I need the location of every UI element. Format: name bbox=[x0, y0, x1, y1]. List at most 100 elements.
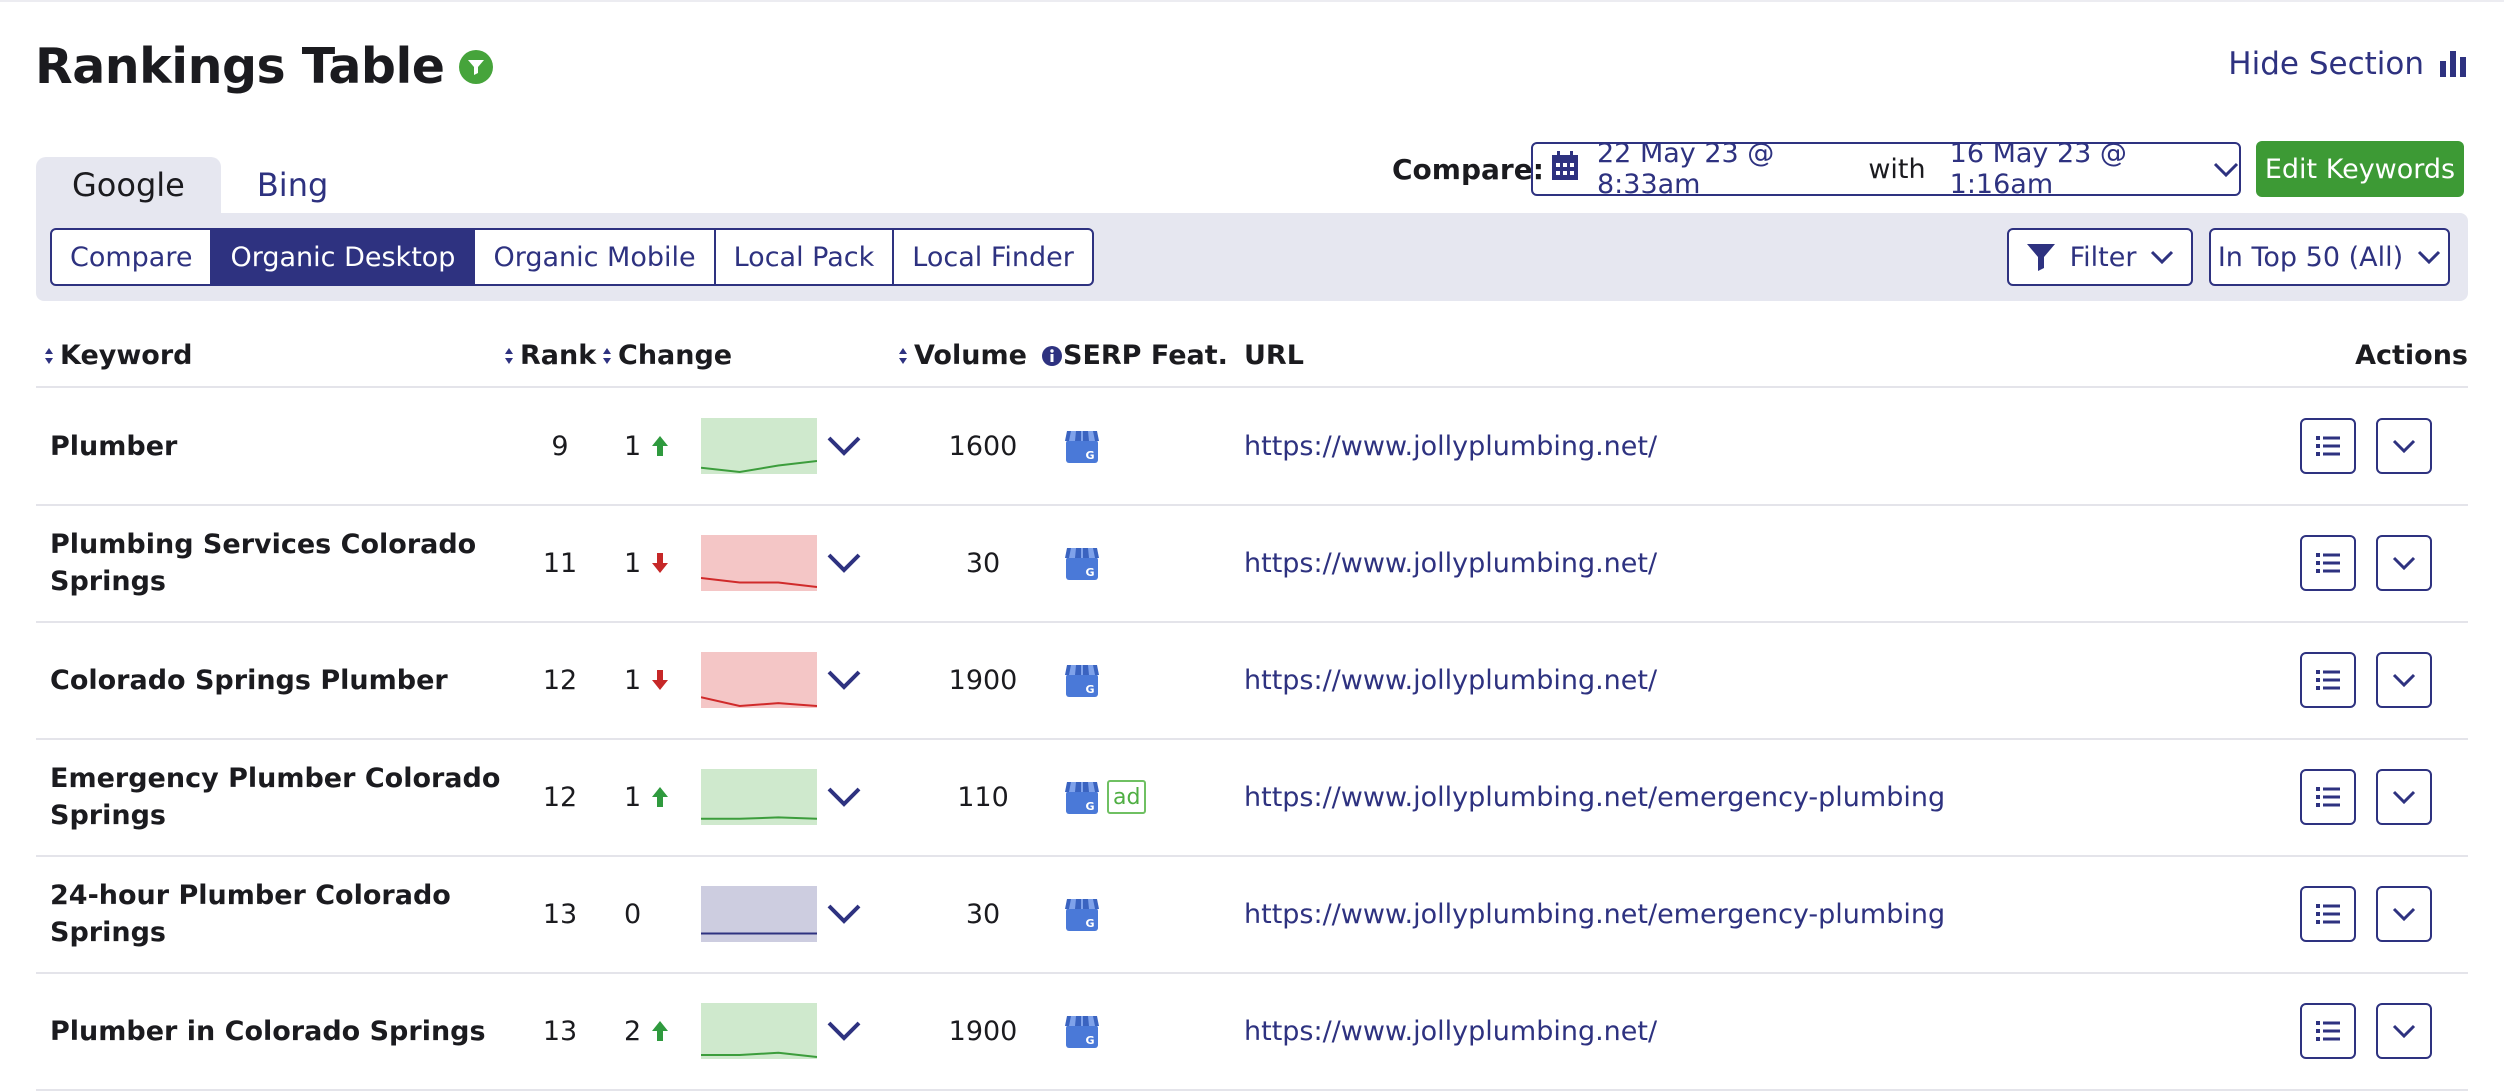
funnel-icon bbox=[2026, 244, 2055, 271]
url-link[interactable]: https://www.jollyplumbing.net/emergency-… bbox=[1244, 739, 1945, 855]
table-row: Plumber in Colorado Springs 13 2 1900 Ghttps… bbox=[36, 973, 2468, 1091]
expand-trend-chevron-icon[interactable] bbox=[826, 388, 866, 504]
actions-cell bbox=[2300, 505, 2432, 621]
trend-sparkline bbox=[701, 973, 817, 1089]
column-header-rank[interactable]: Rank bbox=[504, 340, 596, 371]
expand-trend-chevron-icon[interactable] bbox=[826, 973, 866, 1089]
sort-icon bbox=[505, 347, 513, 364]
expand-trend-chevron-icon[interactable] bbox=[826, 505, 866, 621]
svg-text:G: G bbox=[1085, 800, 1094, 813]
expand-trend-chevron-icon[interactable] bbox=[826, 739, 866, 855]
rank-cell: 9 bbox=[551, 430, 569, 462]
url-link[interactable]: https://www.jollyplumbing.net/ bbox=[1244, 973, 1657, 1089]
details-list-button[interactable] bbox=[2300, 535, 2356, 591]
hide-section-link[interactable]: Hide Section bbox=[2228, 46, 2468, 82]
url-link[interactable]: https://www.jollyplumbing.net/ bbox=[1244, 505, 1657, 621]
change-value: 1 bbox=[624, 664, 642, 696]
chevron-down-icon bbox=[2392, 439, 2416, 454]
column-label-keyword: Keyword bbox=[60, 340, 193, 371]
actions-cell bbox=[2300, 856, 2432, 972]
sort-icon bbox=[603, 347, 611, 364]
compare-label: Compare: bbox=[1392, 153, 1544, 186]
change-cell: 1 bbox=[624, 388, 674, 504]
serp-features-cell: G bbox=[1063, 622, 1101, 738]
svg-text:G: G bbox=[1085, 449, 1094, 462]
local-pack-icon: G bbox=[1065, 548, 1099, 580]
actions-cell bbox=[2300, 388, 2432, 504]
compare-date-dropdown[interactable]: 22 May 23 @ 8:33am with 16 May 23 @ 1:16… bbox=[1531, 138, 2241, 200]
filter-dropdown[interactable]: Filter bbox=[2007, 228, 2193, 286]
local-pack-icon: G bbox=[1065, 665, 1099, 697]
trend-sparkline bbox=[701, 739, 817, 855]
details-list-button[interactable] bbox=[2300, 652, 2356, 708]
url-link[interactable]: https://www.jollyplumbing.net/ bbox=[1244, 622, 1657, 738]
change-value: 0 bbox=[624, 898, 642, 930]
row-expand-button[interactable] bbox=[2376, 886, 2432, 942]
local-pack-icon: G bbox=[1065, 782, 1099, 814]
chevron-down-icon bbox=[2213, 154, 2239, 185]
view-tab-local-finder[interactable]: Local Finder bbox=[894, 230, 1092, 284]
local-pack-icon: G bbox=[1065, 431, 1099, 463]
compare-date-to: 16 May 23 @ 1:16am bbox=[1949, 138, 2127, 200]
view-segmented-control: Compare Organic Desktop Organic Mobile L… bbox=[50, 228, 1094, 286]
arrow-up-icon bbox=[652, 787, 669, 807]
trend-sparkline bbox=[701, 622, 817, 738]
svg-text:G: G bbox=[1085, 917, 1094, 930]
row-expand-button[interactable] bbox=[2376, 535, 2432, 591]
svg-text:G: G bbox=[1085, 1034, 1094, 1047]
trend-sparkline bbox=[701, 505, 817, 621]
volume-cell: 1900 bbox=[948, 1015, 1018, 1047]
table-row: Plumber 9 1 1600 Ghttps://www.jollyplumbing.… bbox=[36, 388, 2468, 506]
change-value: 1 bbox=[624, 430, 642, 462]
row-expand-button[interactable] bbox=[2376, 769, 2432, 825]
column-label-rank: Rank bbox=[520, 340, 597, 371]
url-link[interactable]: https://www.jollyplumbing.net/emergency-… bbox=[1244, 856, 1945, 972]
column-header-change[interactable]: Change bbox=[602, 340, 732, 371]
engine-tabs: Google Bing bbox=[36, 157, 364, 213]
rank-cell: 11 bbox=[542, 547, 578, 579]
table-row: Plumbing Services Colorado Springs 11 1 30 G… bbox=[36, 505, 2468, 623]
hide-section-label: Hide Section bbox=[2228, 46, 2424, 82]
column-header-url: URL bbox=[1244, 340, 1304, 371]
url-link[interactable]: https://www.jollyplumbing.net/ bbox=[1244, 388, 1657, 504]
local-pack-icon: G bbox=[1065, 1016, 1099, 1048]
keyword-cell: Plumbing Services Colorado Springs bbox=[50, 529, 477, 597]
arrow-down-icon bbox=[652, 670, 669, 690]
serp-features-cell: G bbox=[1063, 505, 1101, 621]
ad-icon: ad bbox=[1107, 780, 1147, 814]
row-expand-button[interactable] bbox=[2376, 418, 2432, 474]
serp-features-cell: G bbox=[1063, 973, 1101, 1089]
arrow-up-icon bbox=[652, 1021, 669, 1041]
tab-bing[interactable]: Bing bbox=[221, 157, 364, 213]
expand-trend-chevron-icon[interactable] bbox=[826, 856, 866, 972]
expand-trend-chevron-icon[interactable] bbox=[826, 622, 866, 738]
top-position-label: In Top 50 (All) bbox=[2217, 241, 2404, 273]
view-tab-local-pack[interactable]: Local Pack bbox=[716, 230, 895, 284]
view-tab-organic-mobile[interactable]: Organic Mobile bbox=[475, 230, 716, 284]
view-tab-organic-desktop[interactable]: Organic Desktop bbox=[212, 230, 476, 284]
details-list-button[interactable] bbox=[2300, 418, 2356, 474]
chevron-down-icon bbox=[2151, 250, 2174, 264]
view-tab-compare[interactable]: Compare bbox=[52, 230, 213, 284]
chevron-down-icon bbox=[2392, 907, 2416, 922]
calendar-icon bbox=[1551, 150, 1579, 188]
row-expand-button[interactable] bbox=[2376, 1003, 2432, 1059]
column-header-volume[interactable]: Volume bbox=[898, 340, 1063, 371]
list-icon bbox=[2316, 787, 2340, 807]
svg-text:G: G bbox=[1085, 683, 1094, 696]
filter-badge-icon[interactable] bbox=[458, 49, 493, 84]
details-list-button[interactable] bbox=[2300, 886, 2356, 942]
tab-google[interactable]: Google bbox=[36, 157, 221, 213]
edit-keywords-button[interactable]: Edit Keywords bbox=[2256, 141, 2464, 197]
keyword-cell: 24-hour Plumber Colorado Springs bbox=[50, 880, 451, 948]
top-position-dropdown[interactable]: In Top 50 (All) bbox=[2209, 228, 2450, 286]
details-list-button[interactable] bbox=[2300, 1003, 2356, 1059]
rank-cell: 12 bbox=[542, 781, 578, 813]
column-header-keyword[interactable]: Keyword bbox=[44, 340, 193, 371]
actions-cell bbox=[2300, 622, 2432, 738]
details-list-button[interactable] bbox=[2300, 769, 2356, 825]
keyword-cell: Plumber bbox=[50, 430, 178, 462]
info-icon[interactable] bbox=[1041, 345, 1063, 367]
row-expand-button[interactable] bbox=[2376, 652, 2432, 708]
change-cell: 2 bbox=[624, 973, 674, 1089]
